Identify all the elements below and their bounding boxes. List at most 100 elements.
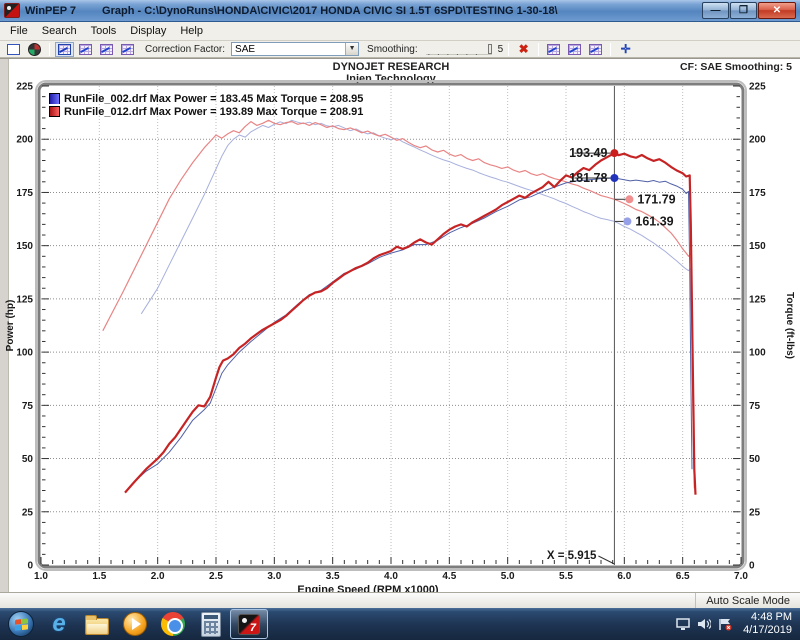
svg-text:6.0: 6.0	[617, 571, 631, 582]
svg-text:1.5: 1.5	[92, 571, 106, 582]
menu-help[interactable]: Help	[173, 23, 210, 39]
move-axes-button[interactable]: ✛	[616, 42, 635, 57]
taskbar-winpep-active[interactable]	[230, 609, 268, 639]
zoom-graph-icon	[547, 44, 560, 55]
pan-graph-icon	[568, 44, 581, 55]
svg-text:0: 0	[749, 561, 755, 572]
menu-search[interactable]: Search	[35, 23, 84, 39]
slider-track: ......	[428, 47, 485, 57]
legend-run-012: RunFile_012.drf Max Power = 193.89 Max T…	[49, 105, 363, 118]
svg-text:4.0: 4.0	[384, 571, 398, 582]
chrome-icon	[161, 612, 185, 636]
close-button[interactable]: ✕	[758, 2, 796, 19]
action-center-flag-icon[interactable]	[718, 618, 732, 631]
svg-text:0: 0	[27, 561, 33, 572]
svg-text:193.49: 193.49	[569, 146, 607, 160]
svg-text:2.0: 2.0	[151, 571, 165, 582]
svg-text:100: 100	[749, 348, 766, 359]
svg-text:3.5: 3.5	[326, 571, 340, 582]
pan-graph-button[interactable]	[565, 42, 584, 57]
winpep-app-icon	[4, 3, 20, 18]
delete-run-button[interactable]: ✖	[514, 42, 533, 57]
graph-view-button[interactable]	[55, 42, 74, 57]
taskbar-clock[interactable]: 4:48 PM 4/17/2019	[739, 611, 792, 637]
document-title: Graph - C:\DynoRuns\HONDA\CIVIC\2017 HON…	[102, 5, 558, 17]
move-axes-icon: ✛	[621, 43, 631, 55]
graph-compare-button[interactable]	[97, 42, 116, 57]
svg-text:6.5: 6.5	[676, 571, 690, 582]
minimize-button[interactable]: —	[702, 2, 729, 19]
menu-file[interactable]: File	[3, 23, 35, 39]
svg-text:75: 75	[22, 401, 34, 412]
svg-text:5.0: 5.0	[501, 571, 515, 582]
svg-text:75: 75	[749, 401, 761, 412]
toolbar: Correction Factor: SAE ▼ Smoothing: ....…	[0, 41, 800, 58]
calculator-icon	[201, 612, 221, 637]
legend-run-002: RunFile_002.drf Max Power = 183.45 Max T…	[49, 92, 363, 105]
svg-text:175: 175	[16, 188, 33, 199]
svg-text:125: 125	[16, 294, 33, 305]
smoothing-value: 5	[498, 44, 504, 55]
svg-text:100: 100	[16, 348, 33, 359]
svg-text:3.0: 3.0	[267, 571, 281, 582]
svg-text:25: 25	[749, 507, 761, 518]
svg-text:125: 125	[749, 294, 766, 305]
winpep-icon	[238, 614, 260, 635]
svg-text:181.78: 181.78	[569, 171, 607, 185]
volume-icon[interactable]	[697, 618, 711, 630]
smoothing-label: Smoothing:	[367, 44, 418, 55]
graph-3d-icon	[121, 44, 134, 55]
taskbar-internet-explorer[interactable]: e	[40, 609, 78, 639]
svg-text:175: 175	[749, 188, 766, 199]
slider-handle[interactable]	[488, 44, 492, 54]
start-button[interactable]	[2, 609, 40, 639]
status-bar: Auto Scale Mode	[0, 592, 800, 608]
delete-icon: ✖	[519, 43, 529, 55]
restore-button[interactable]: ❐	[730, 2, 757, 19]
zoom-graph-button[interactable]	[544, 42, 563, 57]
menu-display[interactable]: Display	[123, 23, 173, 39]
svg-text:50: 50	[22, 454, 34, 465]
svg-text:4.5: 4.5	[442, 571, 456, 582]
taskbar-file-explorer[interactable]	[78, 609, 116, 639]
folder-icon	[85, 618, 109, 635]
windows-start-icon	[8, 611, 34, 637]
graph-3d-button[interactable]	[118, 42, 137, 57]
correction-factor-value: SAE	[235, 44, 255, 55]
color-settings-button[interactable]	[25, 42, 44, 57]
svg-text:161.39: 161.39	[635, 214, 673, 228]
scale-mode-status: Auto Scale Mode	[695, 593, 800, 608]
menu-bar: File Search Tools Display Help	[0, 22, 800, 41]
svg-text:150: 150	[749, 241, 766, 252]
table-icon	[7, 44, 20, 55]
dyno-chart-panel: DYNOJET RESEARCH Injen Technology CF: SA…	[0, 58, 800, 592]
correction-factor-select[interactable]: SAE ▼	[231, 42, 359, 56]
chevron-down-icon[interactable]: ▼	[345, 43, 358, 55]
taskbar-calculator[interactable]	[192, 609, 230, 639]
graph-overlay-button[interactable]	[76, 42, 95, 57]
chart-legend: RunFile_002.drf Max Power = 183.45 Max T…	[49, 92, 363, 118]
menu-tools[interactable]: Tools	[84, 23, 124, 39]
dyno-chart[interactable]: 1.01.52.02.53.03.54.04.55.05.56.06.57.00…	[0, 59, 800, 593]
tray-display-icon[interactable]	[676, 618, 690, 630]
legend-swatch-red	[49, 106, 60, 117]
svg-text:5.5: 5.5	[559, 571, 573, 582]
svg-text:25: 25	[22, 507, 34, 518]
svg-text:225: 225	[749, 82, 766, 93]
table-view-button[interactable]	[4, 42, 23, 57]
smoothing-slider[interactable]: ......	[426, 43, 492, 55]
legend-text-012: RunFile_012.drf Max Power = 193.89 Max T…	[64, 106, 363, 118]
internet-explorer-icon: e	[52, 612, 65, 636]
select-graph-button[interactable]	[586, 42, 605, 57]
svg-text:200: 200	[16, 135, 33, 146]
system-tray: 4:48 PM 4/17/2019	[676, 611, 798, 637]
svg-text:7.0: 7.0	[734, 571, 748, 582]
title-bar: WinPEP 7Graph - C:\DynoRuns\HONDA\CIVIC\…	[0, 0, 800, 22]
svg-text:Power (hp): Power (hp)	[5, 300, 16, 352]
svg-text:225: 225	[16, 82, 33, 93]
graph-compare-icon	[100, 44, 113, 55]
taskbar-chrome[interactable]	[154, 609, 192, 639]
svg-text:200: 200	[749, 135, 766, 146]
windows-taskbar: e 4:48 PM 4/17/2019	[0, 608, 800, 640]
taskbar-media-player[interactable]	[116, 609, 154, 639]
